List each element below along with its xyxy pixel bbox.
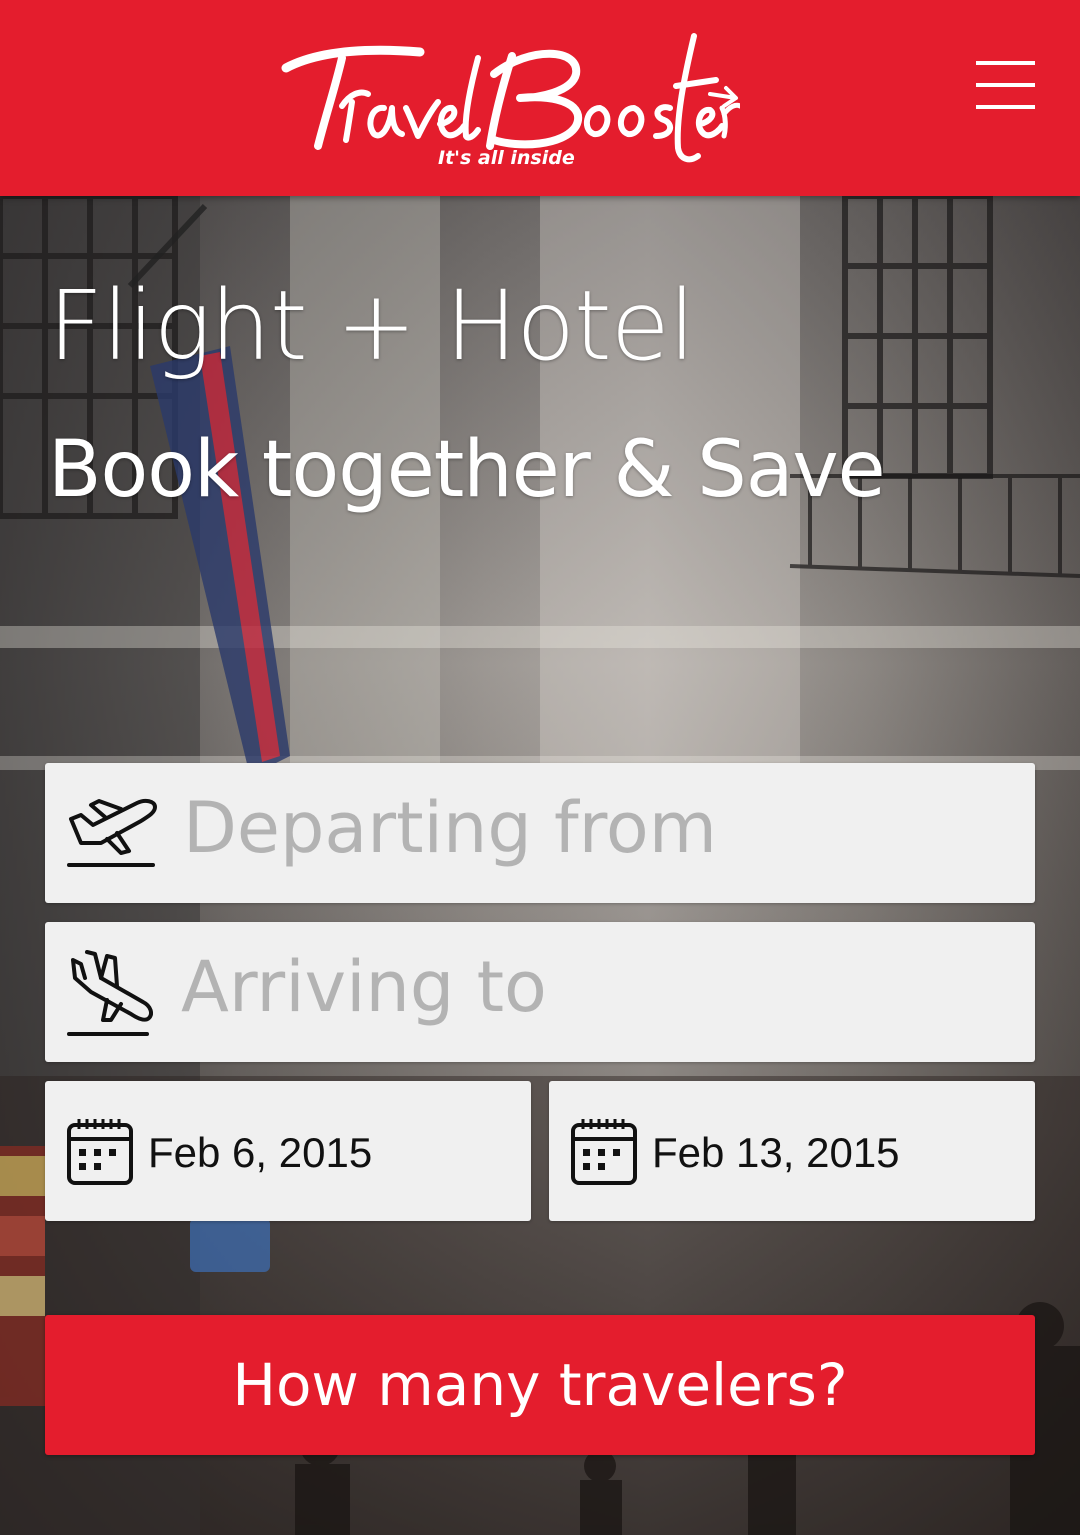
depart-date-value: Feb 6, 2015 (148, 1129, 373, 1176)
svg-text:It's all inside: It's all inside (438, 147, 575, 169)
arriving-to-input[interactable]: Arriving to (45, 922, 1035, 1062)
departing-from-placeholder: Departing from (183, 787, 717, 869)
page-subtitle: Book together & Save (48, 425, 886, 515)
menu-bar (976, 105, 1035, 109)
arriving-to-placeholder: Arriving to (181, 946, 547, 1028)
menu-bar (976, 83, 1035, 87)
calendar-icon (67, 1119, 133, 1185)
hamburger-menu-icon[interactable] (960, 50, 1050, 120)
return-date-picker[interactable]: Feb 13, 2015 (549, 1081, 1035, 1221)
calendar-icon (571, 1119, 637, 1185)
plane-takeoff-icon (67, 798, 157, 867)
travelbooster-logo[interactable]: It's all inside (280, 28, 740, 173)
app-screen: It's all inside Flight + Hotel Book toge… (0, 0, 1080, 1535)
travelers-button[interactable]: How many travelers? (45, 1315, 1035, 1455)
return-date-value: Feb 13, 2015 (652, 1129, 900, 1176)
depart-date-picker[interactable]: Feb 6, 2015 (45, 1081, 531, 1221)
plane-landing-icon (67, 950, 153, 1036)
menu-bar (976, 61, 1035, 65)
page-title: Flight + Hotel (48, 270, 695, 382)
app-header: It's all inside (0, 0, 1080, 196)
departing-from-input[interactable]: Departing from (45, 763, 1035, 903)
